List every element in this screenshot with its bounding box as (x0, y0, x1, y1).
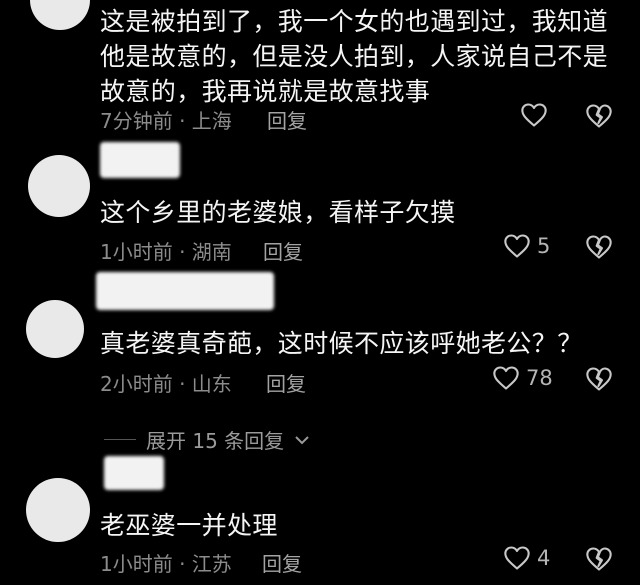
reply-button[interactable]: 回复 (263, 236, 303, 265)
heart-outline-icon (504, 546, 530, 570)
heart-outline-icon (504, 234, 530, 258)
expand-replies-label: 展开 15 条回复 (146, 429, 285, 453)
comment-text: 老巫婆一并处理 (100, 508, 278, 543)
like-button[interactable]: 4 (503, 545, 550, 571)
comment-meta: 1小时前 · 湖南 (100, 240, 232, 264)
dislike-button[interactable] (585, 366, 613, 396)
comment-meta: 2小时前 · 山东 (100, 372, 232, 396)
broken-heart-icon (586, 235, 612, 259)
comment-line: 他是故意的，但是没人拍到，人家说自己不是 (100, 42, 609, 71)
like-count: 78 (526, 366, 553, 390)
username-redacted (104, 456, 164, 490)
reply-button[interactable]: 回复 (267, 105, 307, 134)
like-button[interactable]: 78 (492, 365, 553, 391)
expand-replies-button[interactable]: 展开 15 条回复 (104, 425, 310, 454)
broken-heart-icon (586, 367, 612, 391)
dislike-button[interactable] (585, 546, 613, 576)
reply-button[interactable]: 回复 (262, 548, 302, 577)
heart-outline-icon (521, 103, 547, 127)
heart-outline-icon (493, 366, 519, 390)
comment-text: 这是被拍到了，我一个女的也遇到过，我知道 他是故意的，但是没人拍到，人家说自己不… (100, 4, 608, 109)
comment-line: 真老婆真奇葩，这时候不应该呼她老公？？ (100, 329, 583, 358)
avatar[interactable] (26, 300, 84, 358)
username-redacted (100, 142, 180, 178)
dislike-button[interactable] (585, 103, 613, 133)
comment-line: 这个乡里的老婆娘，看样子欠摸 (100, 198, 456, 227)
comment-text: 这个乡里的老婆娘，看样子欠摸 (100, 195, 456, 230)
username-redacted (96, 272, 274, 310)
like-button[interactable] (520, 102, 554, 128)
chevron-down-icon (295, 435, 309, 444)
comment-meta: 7分钟前 · 上海 (100, 109, 232, 133)
avatar[interactable] (26, 478, 90, 542)
comment-meta: 1小时前 · 江苏 (100, 552, 232, 576)
reply-button[interactable]: 回复 (266, 368, 306, 397)
like-count: 5 (537, 234, 551, 258)
broken-heart-icon (586, 104, 612, 128)
comment-line: 这是被拍到了，我一个女的也遇到过，我知道 (100, 7, 609, 36)
avatar[interactable] (28, 155, 90, 217)
like-count: 4 (537, 546, 551, 570)
broken-heart-icon (586, 547, 612, 571)
divider (104, 439, 136, 440)
like-button[interactable]: 5 (503, 233, 550, 259)
dislike-button[interactable] (585, 234, 613, 264)
comment-text: 真老婆真奇葩，这时候不应该呼她老公？？ (100, 326, 583, 361)
avatar[interactable] (30, 0, 90, 30)
comment-line: 老巫婆一并处理 (100, 511, 278, 540)
